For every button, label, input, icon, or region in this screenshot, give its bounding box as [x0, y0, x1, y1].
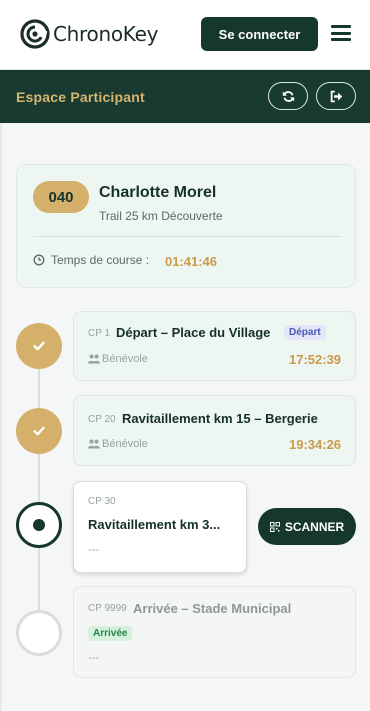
checkpoint-id: CP 9999	[88, 603, 127, 614]
participant-space-header: Espace Participant	[0, 70, 370, 123]
start-badge: Départ	[284, 325, 326, 340]
chronokey-logo-icon	[20, 19, 50, 49]
scanner-button[interactable]: SCANNER	[258, 508, 356, 545]
checkpoint-status-done	[16, 408, 62, 454]
checkpoint-id: CP 1	[88, 328, 111, 339]
refresh-button[interactable]	[268, 82, 308, 110]
checkpoint-status-pending	[16, 610, 62, 656]
hamburger-menu-icon[interactable]	[331, 25, 351, 41]
race-time-value: 01:41:46	[165, 254, 218, 269]
users-icon	[88, 439, 100, 449]
check-icon	[33, 426, 45, 436]
race-name: Trail 25 km Découverte	[99, 209, 223, 223]
checkpoint-id: CP 20	[88, 414, 116, 425]
logout-button[interactable]	[316, 82, 356, 110]
sign-out-icon	[330, 90, 342, 102]
volunteer-text: Bénévole	[102, 438, 148, 450]
timeline-track	[38, 346, 40, 634]
checkpoint-status-current	[16, 502, 62, 548]
volunteer-label: Bénévole	[88, 438, 148, 450]
check-icon	[33, 341, 45, 351]
top-navbar: ChronoKey Se connecter	[0, 0, 370, 70]
checkpoint-title: Arrivée – Stade Municipal	[133, 601, 292, 616]
page-edge	[0, 123, 2, 711]
volunteer-text: Bénévole	[102, 353, 148, 365]
volunteer-label: Bénévole	[88, 353, 148, 365]
checkpoint-status-done	[16, 323, 62, 369]
users-icon	[88, 354, 100, 364]
checkpoint-time: 19:34:26	[289, 437, 342, 452]
brand-name: ChronoKey	[53, 22, 159, 46]
checkpoint-card-pending[interactable]: CP 9999 Arrivée – Stade Municipal Arrivé…	[73, 586, 356, 678]
checkpoint-card-current[interactable]: CP 30 Ravitaillement km 3... ---	[73, 481, 247, 573]
refresh-icon	[282, 90, 294, 102]
participant-card: 040 Charlotte Morel Trail 25 km Découver…	[16, 164, 356, 288]
checkpoint-card[interactable]: CP 20 Ravitaillement km 15 – Bergerie Bé…	[73, 395, 356, 466]
current-dot-icon	[33, 519, 45, 531]
finish-badge: Arrivée	[88, 626, 133, 641]
checkpoint-title: Départ – Place du Village	[116, 325, 271, 340]
page-title: Espace Participant	[16, 89, 145, 105]
checkpoint-title: Ravitaillement km 15 – Bergerie	[122, 411, 318, 426]
qrcode-icon	[269, 521, 280, 532]
divider	[33, 236, 341, 237]
checkpoint-card[interactable]: CP 1 Départ – Place du Village Départ Bé…	[73, 311, 356, 381]
checkpoint-time-placeholder: ---	[88, 652, 99, 664]
race-time-label: Temps de course :	[51, 253, 150, 267]
clock-icon	[33, 254, 45, 266]
participant-name: Charlotte Morel	[99, 184, 217, 201]
brand-logo[interactable]: ChronoKey	[19, 18, 158, 50]
scanner-label: SCANNER	[284, 519, 345, 534]
bib-number: 040	[33, 181, 89, 213]
checkpoint-time-placeholder: ---	[88, 544, 99, 556]
checkpoint-title: Ravitaillement km 3...	[88, 517, 221, 532]
checkpoint-time: 17:52:39	[289, 352, 342, 367]
checkpoint-id: CP 30	[88, 496, 116, 507]
connect-button[interactable]: Se connecter	[201, 17, 318, 51]
